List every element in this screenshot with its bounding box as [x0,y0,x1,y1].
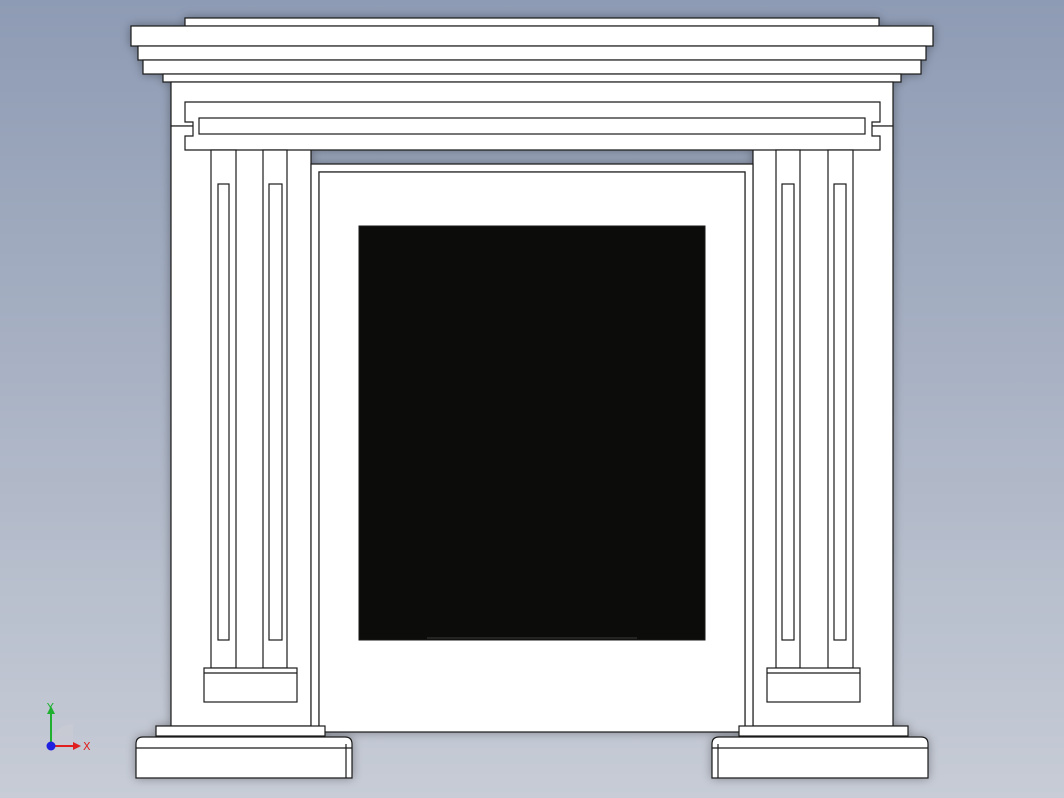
graphics-viewport[interactable]: Y X [0,0,1064,798]
y-axis-label: Y [46,701,54,714]
firebox-opening [358,225,706,641]
x-axis-label: X [83,740,91,753]
frieze-panel [184,101,881,151]
axis-triad: Y X [46,701,91,753]
triad-backdrop [51,724,73,746]
mantel-base [135,725,929,779]
x-axis-arrowhead [73,742,81,750]
mantel-shelf [130,17,934,83]
z-axis-dot [46,741,56,751]
fireplace-mantel-model[interactable] [0,0,1064,798]
